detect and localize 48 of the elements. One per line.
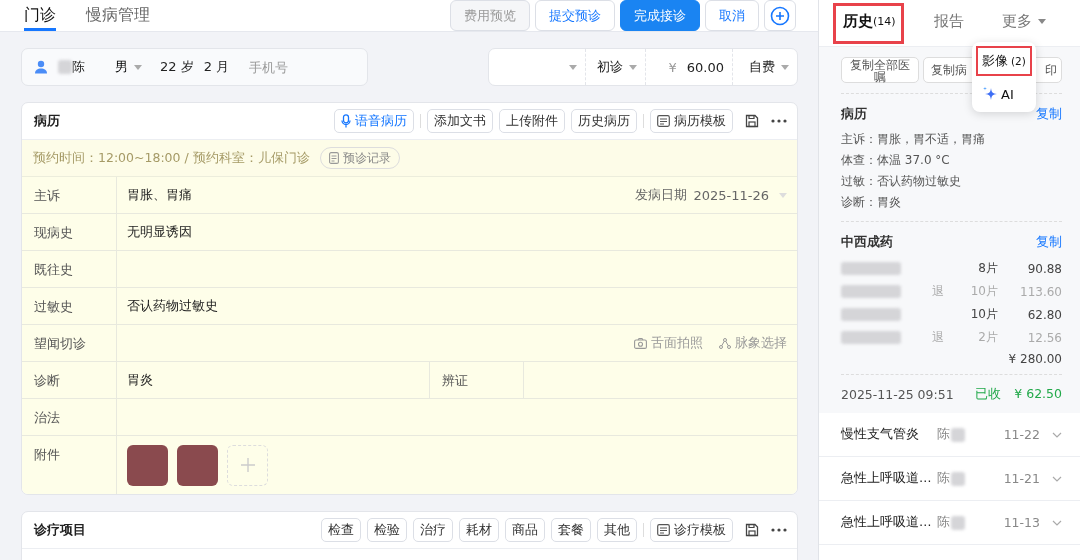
price: 12.56: [1026, 330, 1062, 345]
summary-line: 诊断：胃炎: [841, 194, 902, 211]
patient-name: 陈: [72, 58, 85, 76]
field-value: 胃炎: [127, 371, 153, 389]
quantity: 8片: [977, 260, 998, 277]
refund-tag: 退: [932, 329, 944, 346]
visit-date: 11-21: [1003, 471, 1040, 486]
price: 113.60: [1019, 284, 1062, 299]
summary-line: 体查：体温 37.0 °C: [841, 152, 951, 169]
price: 62.80: [1026, 307, 1062, 322]
total-amount: ¥ 280.00: [1007, 351, 1062, 366]
field-value: 胃胀、胃痛: [127, 186, 192, 204]
field-label: 治法: [22, 399, 117, 435]
payment-status: 已收 ¥ 62.50: [975, 385, 1062, 403]
summary-line: 过敏：否认药物过敏史: [841, 173, 962, 190]
age-years: 22 岁: [160, 58, 194, 76]
doctor-name: 陈: [937, 426, 950, 443]
field-label: 现病史: [22, 214, 117, 250]
onset-label: 发病日期: [635, 186, 688, 204]
field-label: 过敏史: [22, 288, 117, 324]
section-title: 病历: [841, 106, 867, 123]
price: 90.88: [1026, 261, 1062, 276]
visit-date: 11-13: [1003, 515, 1040, 530]
quantity: 10片: [969, 283, 998, 300]
visit-time: 2025-11-25 09:51: [841, 386, 954, 402]
field-label: 既往史: [22, 251, 117, 287]
visit-date: 11-22: [1003, 427, 1040, 442]
quantity: 2片: [977, 329, 998, 346]
field-label: 附件: [22, 436, 117, 494]
field-label: 望闻切诊: [22, 325, 117, 361]
field-value: 无明显诱因: [127, 223, 192, 241]
doctor-name: 陈: [937, 470, 950, 487]
quantity: 10片: [969, 306, 998, 323]
field-label: 主诉: [22, 177, 117, 213]
card-title: 诊疗项目: [34, 521, 86, 539]
appointment-info: 预约时间：12:00~18:00 / 预约科室：儿保门诊: [33, 149, 310, 167]
section-title: 中西成药: [841, 234, 893, 251]
doctor-name: 陈: [937, 514, 950, 531]
diagnosis: 急性上呼吸道…: [841, 514, 933, 531]
age-months: 2 月: [203, 58, 230, 76]
diagnosis: 慢性支气管炎: [841, 426, 920, 443]
diagnosis: 急性上呼吸道…: [841, 470, 933, 487]
field-label: 辨证: [430, 362, 524, 398]
field-label: 诊断: [22, 362, 117, 398]
refund-tag: 退: [932, 283, 944, 300]
field-value: 否认药物过敏史: [127, 297, 218, 315]
summary-line: 主诉：胃胀，胃不适，胃痛: [841, 131, 986, 148]
card-title: 病历: [34, 112, 60, 130]
